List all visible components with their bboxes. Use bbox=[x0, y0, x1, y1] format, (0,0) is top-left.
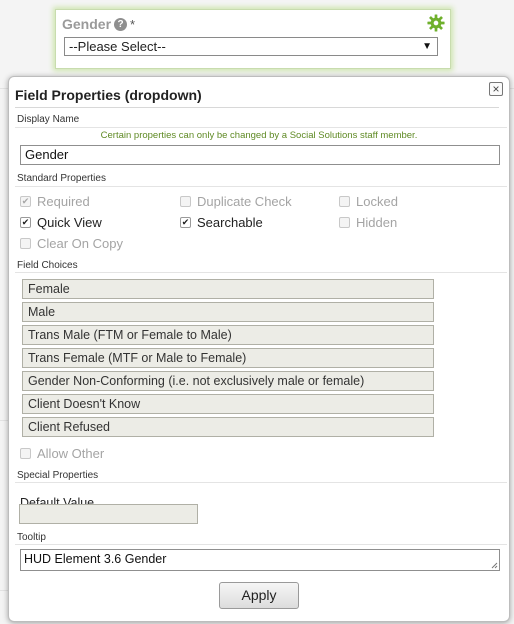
field-choice-item[interactable]: Trans Female (MTF or Male to Female) bbox=[22, 348, 434, 368]
field-label-text: Gender bbox=[62, 16, 112, 32]
field-choice-item[interactable]: Trans Male (FTM or Female to Male) bbox=[22, 325, 434, 345]
locked-checkbox-row: Locked bbox=[339, 194, 398, 209]
field-properties-dialog: Field Properties (dropdown) × Display Na… bbox=[8, 76, 510, 622]
gender-select-value: --Please Select-- bbox=[69, 39, 166, 54]
required-label: Required bbox=[37, 194, 90, 209]
quick-view-label[interactable]: Quick View bbox=[37, 215, 102, 230]
dialog-title: Field Properties (dropdown) bbox=[15, 87, 202, 103]
duplicate-check-checkbox bbox=[180, 196, 191, 207]
section-divider bbox=[15, 127, 507, 128]
field-choice-item[interactable]: Client Doesn't Know bbox=[22, 394, 434, 414]
clear-on-copy-checkbox bbox=[20, 238, 31, 249]
duplicate-check-checkbox-row: Duplicate Check bbox=[180, 194, 292, 209]
clear-on-copy-label: Clear On Copy bbox=[37, 236, 123, 251]
locked-checkbox bbox=[339, 196, 350, 207]
apply-button[interactable]: Apply bbox=[219, 582, 299, 609]
required-checkbox-row: ✔ Required bbox=[20, 194, 90, 209]
title-divider bbox=[15, 107, 499, 108]
searchable-checkbox-row[interactable]: ✔ Searchable bbox=[180, 215, 263, 230]
hidden-label: Hidden bbox=[356, 215, 398, 230]
field-choice-item[interactable]: Client Refused bbox=[22, 417, 434, 437]
chevron-down-icon: ▼ bbox=[422, 41, 432, 52]
close-button[interactable]: × bbox=[489, 82, 503, 96]
background-divider bbox=[0, 420, 8, 421]
required-marker: * bbox=[130, 16, 136, 32]
field-choice-item[interactable]: Female bbox=[22, 279, 434, 299]
field-choice-item[interactable]: Gender Non-Conforming (i.e. not exclusiv… bbox=[22, 371, 434, 391]
section-divider bbox=[15, 272, 507, 273]
clear-on-copy-checkbox-row: Clear On Copy bbox=[20, 236, 123, 251]
field-choices-section-label: Field Choices bbox=[17, 260, 78, 271]
searchable-label[interactable]: Searchable bbox=[197, 215, 263, 230]
display-name-section-label: Display Name bbox=[17, 114, 80, 125]
resize-handle-icon[interactable] bbox=[491, 562, 498, 569]
required-checkbox: ✔ bbox=[20, 196, 31, 207]
quick-view-checkbox[interactable]: ✔ bbox=[20, 217, 31, 228]
hidden-checkbox-row: Hidden bbox=[339, 215, 397, 230]
display-name-input[interactable]: Gender bbox=[20, 145, 500, 165]
hidden-checkbox bbox=[339, 217, 350, 228]
special-properties-section-label: Special Properties bbox=[17, 470, 99, 481]
staff-notice: Certain properties can only be changed b… bbox=[100, 130, 418, 141]
question-circle-icon[interactable]: ? bbox=[114, 17, 128, 31]
close-icon: × bbox=[492, 82, 500, 96]
searchable-checkbox[interactable]: ✔ bbox=[180, 217, 191, 228]
allow-other-checkbox bbox=[20, 448, 31, 459]
locked-label: Locked bbox=[356, 194, 398, 209]
tooltip-section-label: Tooltip bbox=[17, 532, 46, 543]
field-label: Gender ? * bbox=[62, 16, 135, 32]
allow-other-checkbox-row: Allow Other bbox=[20, 446, 104, 461]
allow-other-label: Allow Other bbox=[37, 446, 105, 461]
standard-properties-section-label: Standard Properties bbox=[17, 173, 106, 184]
tooltip-text: HUD Element 3.6 Gender bbox=[24, 552, 167, 566]
gender-field-widget[interactable]: Gender ? * --Please Select-- ▼ bbox=[55, 9, 451, 69]
duplicate-check-label: Duplicate Check bbox=[197, 194, 292, 209]
quick-view-checkbox-row[interactable]: ✔ Quick View bbox=[20, 215, 102, 230]
section-divider bbox=[15, 544, 507, 545]
background-divider bbox=[0, 590, 8, 591]
section-divider bbox=[15, 186, 507, 187]
tooltip-textarea[interactable]: HUD Element 3.6 Gender bbox=[20, 549, 500, 571]
default-value-input[interactable] bbox=[19, 504, 198, 524]
field-choice-item[interactable]: Male bbox=[22, 302, 434, 322]
section-divider bbox=[15, 482, 507, 483]
gear-icon[interactable] bbox=[427, 14, 445, 32]
gender-select[interactable]: --Please Select-- ▼ bbox=[64, 37, 438, 56]
